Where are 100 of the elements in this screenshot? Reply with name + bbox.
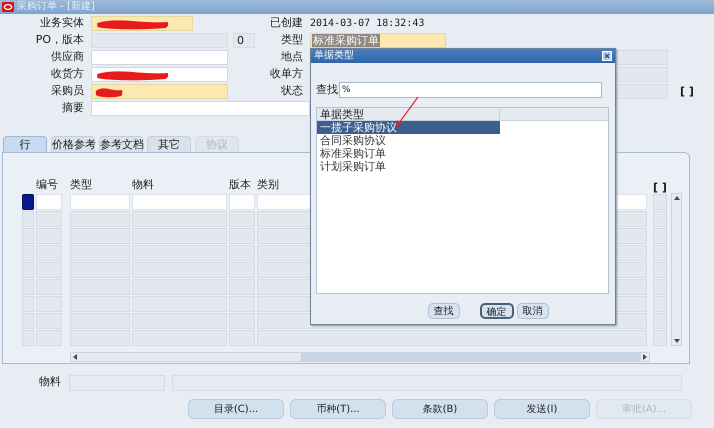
table-cell[interactable] bbox=[36, 312, 62, 328]
horizontal-scrollbar[interactable] bbox=[70, 352, 650, 362]
table-cell[interactable] bbox=[132, 296, 227, 312]
table-cell[interactable] bbox=[132, 330, 227, 346]
field-label: PO，版本 bbox=[34, 32, 84, 48]
table-cell[interactable] bbox=[36, 194, 62, 210]
table-cell[interactable] bbox=[653, 278, 667, 294]
table-cell[interactable] bbox=[70, 312, 130, 328]
table-cell[interactable] bbox=[653, 262, 667, 278]
input-field[interactable] bbox=[91, 16, 193, 31]
table-cell[interactable] bbox=[70, 296, 130, 312]
table-cell[interactable] bbox=[132, 244, 227, 260]
button[interactable]: 条款(B) bbox=[392, 399, 488, 419]
column-header: 版本 bbox=[229, 178, 251, 190]
field-label: 收单方 bbox=[269, 66, 303, 82]
table-cell[interactable] bbox=[70, 210, 130, 226]
table-cell[interactable] bbox=[653, 210, 667, 226]
list-item[interactable]: 合同采购协议 bbox=[317, 134, 500, 147]
field-label: 地点 bbox=[280, 49, 303, 66]
field-label: 状态 bbox=[280, 83, 303, 100]
table-cell[interactable] bbox=[229, 296, 255, 312]
table-cell[interactable] bbox=[229, 194, 255, 210]
field-label: 物料 bbox=[38, 374, 61, 390]
column-header: 编号 bbox=[36, 178, 58, 190]
input-field[interactable] bbox=[91, 67, 228, 82]
app-icon bbox=[2, 2, 14, 12]
button[interactable]: 发送(I) bbox=[494, 399, 590, 419]
button[interactable]: 查找 bbox=[428, 303, 460, 319]
table-cell[interactable] bbox=[70, 262, 130, 278]
button: 审批(A)... bbox=[596, 399, 692, 419]
field-label: 已创建 bbox=[269, 15, 303, 32]
tab[interactable]: 价格参考 bbox=[51, 136, 95, 152]
input-field[interactable] bbox=[91, 50, 228, 65]
table-cell[interactable] bbox=[70, 244, 130, 260]
table-cell[interactable] bbox=[653, 228, 667, 244]
table-cell[interactable] bbox=[229, 228, 255, 244]
created-date: 2014-03-07 18:32:43 bbox=[310, 17, 424, 31]
button[interactable]: 确定 bbox=[480, 303, 514, 319]
field-label: 供应商 bbox=[50, 49, 84, 66]
table-cell[interactable] bbox=[132, 262, 227, 278]
table-cell[interactable] bbox=[653, 194, 667, 210]
table-cell[interactable] bbox=[229, 278, 255, 294]
scroll-down-icon bbox=[674, 339, 680, 343]
window-title: 采购订单 - [新建] bbox=[17, 2, 95, 12]
table-cell[interactable] bbox=[36, 228, 62, 244]
dialog-title: 单据类型 bbox=[314, 51, 354, 61]
scroll-thumb[interactable] bbox=[301, 353, 641, 361]
list-item[interactable]: 标准采购订单 bbox=[317, 147, 500, 160]
table-cell[interactable] bbox=[70, 330, 130, 346]
table-cell[interactable] bbox=[653, 296, 667, 312]
scroll-right-icon bbox=[643, 354, 647, 360]
table-cell[interactable] bbox=[36, 262, 62, 278]
tab[interactable]: 参考文档 bbox=[99, 136, 143, 152]
vertical-scrollbar[interactable] bbox=[671, 193, 682, 346]
table-cell[interactable] bbox=[229, 330, 255, 346]
field-label: 类型 bbox=[280, 32, 303, 48]
scroll-left-icon bbox=[73, 354, 77, 360]
tab[interactable]: 行 bbox=[3, 136, 47, 152]
column-header: 类别 bbox=[257, 178, 279, 190]
table-cell[interactable] bbox=[36, 210, 62, 226]
input-field[interactable] bbox=[91, 101, 310, 116]
search-label: 查找 bbox=[316, 82, 338, 98]
folder-marker: [ ] bbox=[679, 84, 695, 99]
table-cell[interactable] bbox=[70, 194, 130, 210]
table-cell[interactable] bbox=[229, 262, 255, 278]
button[interactable]: 目录(C)... bbox=[188, 399, 284, 419]
selected-text: 标准采购订单 bbox=[312, 34, 380, 47]
row-indicator[interactable] bbox=[22, 194, 34, 210]
table-cell[interactable] bbox=[229, 312, 255, 328]
field-label: 收货方 bbox=[50, 66, 84, 82]
table-cell[interactable] bbox=[132, 278, 227, 294]
table-cell[interactable] bbox=[132, 210, 227, 226]
table-cell[interactable] bbox=[70, 278, 130, 294]
field-label: 摘要 bbox=[61, 100, 84, 116]
table-cell[interactable] bbox=[36, 278, 62, 294]
table-cell[interactable] bbox=[70, 228, 130, 244]
table-cell[interactable] bbox=[36, 330, 62, 346]
button[interactable]: 币种(T)... bbox=[290, 399, 386, 419]
button[interactable]: 取消 bbox=[516, 303, 548, 319]
list-item[interactable]: 计划采购订单 bbox=[317, 160, 500, 173]
list-item[interactable]: 一揽子采购协议 bbox=[317, 121, 500, 134]
table-cell[interactable] bbox=[132, 194, 227, 210]
input-field[interactable] bbox=[91, 84, 228, 99]
close-icon bbox=[602, 51, 612, 61]
search-field[interactable]: % bbox=[339, 82, 602, 98]
column-header: 类型 bbox=[70, 178, 92, 190]
version-field: 0 bbox=[233, 33, 255, 48]
table-cell[interactable] bbox=[36, 244, 62, 260]
table-cell[interactable] bbox=[257, 330, 647, 346]
table-cell[interactable] bbox=[36, 296, 62, 312]
table-cell[interactable] bbox=[229, 244, 255, 260]
table-cell[interactable] bbox=[132, 312, 227, 328]
table-cell[interactable] bbox=[132, 228, 227, 244]
folder-marker: [ ] bbox=[653, 182, 667, 193]
redaction-mark bbox=[95, 86, 123, 98]
table-cell[interactable] bbox=[653, 330, 667, 346]
tab[interactable]: 其它 bbox=[147, 136, 191, 152]
table-cell[interactable] bbox=[653, 244, 667, 260]
table-cell[interactable] bbox=[653, 312, 667, 328]
table-cell[interactable] bbox=[229, 210, 255, 226]
